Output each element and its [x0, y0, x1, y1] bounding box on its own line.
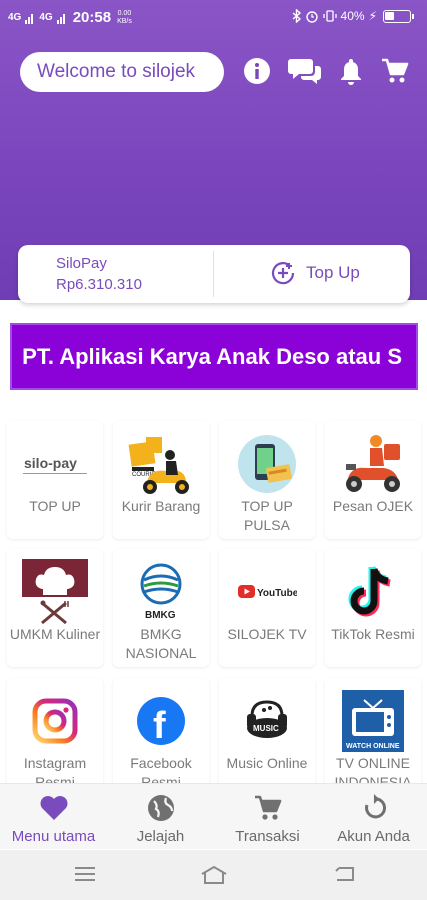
youtube-logo: YouTube: [232, 557, 302, 627]
banner-text: PT. Aplikasi Karya Anak Deso atau S: [22, 344, 402, 369]
menu-button[interactable]: [74, 865, 96, 888]
chef-hat-icon: [20, 557, 90, 627]
bmkg-logo: BMKG: [126, 557, 196, 627]
home-button[interactable]: [200, 865, 228, 890]
nav-transaksi[interactable]: Transaksi: [214, 792, 321, 845]
app-screen: 4G 4G 20:58 0.00 KB/s 40% ⚡ Welcome to si…: [0, 0, 427, 900]
menu-item-pesan-ojek[interactable]: Pesan OJEK: [325, 421, 421, 539]
menu-item-music-online[interactable]: MUSIC Music Online: [219, 678, 315, 796]
phone-card-icon: [232, 429, 302, 499]
silopay-logo: silo-pay: [20, 429, 90, 499]
welcome-search-box[interactable]: Welcome to silojek: [20, 52, 224, 92]
menu-item-instagram-resmi[interactable]: Instagram Resmi: [7, 678, 103, 796]
globe-icon: [147, 795, 174, 821]
courier-scooter-icon: COURIER: [126, 429, 196, 499]
bmkg-logo-text: BMKG: [145, 610, 176, 621]
facebook-logo-text: f: [153, 705, 166, 746]
menu-item-bmkg-nasional[interactable]: BMKG BMKG NASIONAL: [113, 549, 209, 667]
signal-2: 4G: [39, 11, 53, 23]
back-icon: [335, 867, 354, 881]
add-circle-icon: [271, 262, 295, 285]
nav-label: Akun Anda: [337, 828, 410, 845]
menu-item-silojek-tv[interactable]: YouTube SILOJEK TV: [219, 549, 315, 667]
battery-icon: [383, 9, 414, 23]
nav-akun-anda[interactable]: Akun Anda: [320, 792, 427, 845]
youtube-logo-text: YouTube: [257, 588, 297, 599]
menu-item-label: TikTok Resmi: [331, 626, 415, 642]
wallet-name: SiloPay: [56, 255, 107, 272]
bell-icon[interactable]: [336, 56, 366, 86]
speed-unit: KB/s: [117, 17, 132, 25]
tv-online-logo: WATCH ONLINE: [338, 686, 408, 756]
chat-icon[interactable]: [288, 56, 322, 86]
menu-item-label: Kurir Barang: [121, 498, 201, 514]
bottom-navigation: Menu utama Jelajah Transaksi Akun Anda: [0, 783, 427, 849]
menu-item-umkm-kuliner[interactable]: UMKM Kuliner: [7, 549, 103, 667]
menu-item-label: TOP UP: [29, 498, 81, 514]
status-bar: 4G 4G 20:58 0.00 KB/s 40% ⚡: [0, 0, 427, 36]
tv-online-logo-text: WATCH ONLINE: [346, 743, 400, 750]
battery-percent: 40%: [340, 9, 365, 23]
menu-item-label: SILOJEK TV: [227, 626, 307, 642]
divider: [213, 251, 214, 297]
cart-icon[interactable]: [380, 56, 410, 86]
heart-icon: [40, 796, 67, 820]
alarm-icon: [305, 11, 318, 23]
instagram-logo: [20, 686, 90, 756]
status-time: 20:58: [72, 9, 112, 26]
tiktok-logo: [338, 557, 408, 627]
cart-icon: [254, 795, 281, 820]
speed-value: 0.00: [117, 9, 132, 17]
menu-item-label: BMKG NASIONAL: [125, 626, 197, 661]
battery-level: [385, 11, 394, 20]
balance-card: SiloPay Rp6.310.310 Top Up: [18, 245, 410, 303]
menu-item-tv-online-indonesia[interactable]: WATCH ONLINE TV ONLINE INDONESIA: [325, 678, 421, 796]
system-navigation-bar: [0, 850, 427, 900]
info-icon[interactable]: [242, 56, 272, 86]
silopay-logo-text: silo-pay: [24, 455, 77, 471]
home-icon: [201, 865, 227, 884]
menu-item-tiktok-resmi[interactable]: TikTok Resmi: [325, 549, 421, 667]
signal-bars-icon: [56, 13, 65, 24]
menu-item-facebook-resmi[interactable]: f Facebook Resmi: [113, 678, 209, 796]
network-speed: 0.00 KB/s: [117, 10, 132, 26]
music-logo: MUSIC: [232, 686, 302, 756]
nav-jelajah[interactable]: Jelajah: [107, 792, 214, 845]
music-logo-text: MUSIC: [253, 724, 279, 733]
back-button[interactable]: [333, 865, 355, 888]
nav-label: Jelajah: [136, 828, 185, 845]
menu-item-kurir-barang[interactable]: COURIER Kurir Barang: [113, 421, 209, 539]
menu-item-top-up[interactable]: silo-pay TOP UP: [7, 421, 103, 539]
ojek-scooter-icon: [338, 429, 408, 499]
menu-item-label: Pesan OJEK: [332, 498, 414, 514]
facebook-logo: f: [126, 686, 196, 756]
nav-label: Transaksi: [235, 828, 300, 845]
top-up-label: Top Up: [306, 263, 360, 282]
top-up-button[interactable]: Top Up: [270, 260, 360, 286]
signal-1: 4G: [8, 11, 22, 23]
menu-item-top-up-pulsa[interactable]: TOP UP PULSA: [219, 421, 315, 539]
signal-bars-icon: [25, 13, 34, 24]
refresh-icon: [364, 794, 386, 819]
hamburger-icon: [75, 867, 95, 881]
charging-icon: ⚡: [368, 9, 377, 23]
menu-item-label: TOP UP PULSA: [241, 498, 293, 533]
wallet-balance: Rp6.310.310: [56, 276, 142, 293]
vibrate-icon: [322, 10, 337, 22]
bluetooth-icon: [292, 9, 301, 23]
menu-item-label: UMKM Kuliner: [9, 626, 101, 642]
nav-menu-utama[interactable]: Menu utama: [0, 792, 107, 845]
marquee-banner: PT. Aplikasi Karya Anak Deso atau S: [10, 323, 418, 390]
menu-item-label: Music Online: [226, 755, 308, 771]
nav-label: Menu utama: [11, 828, 96, 845]
